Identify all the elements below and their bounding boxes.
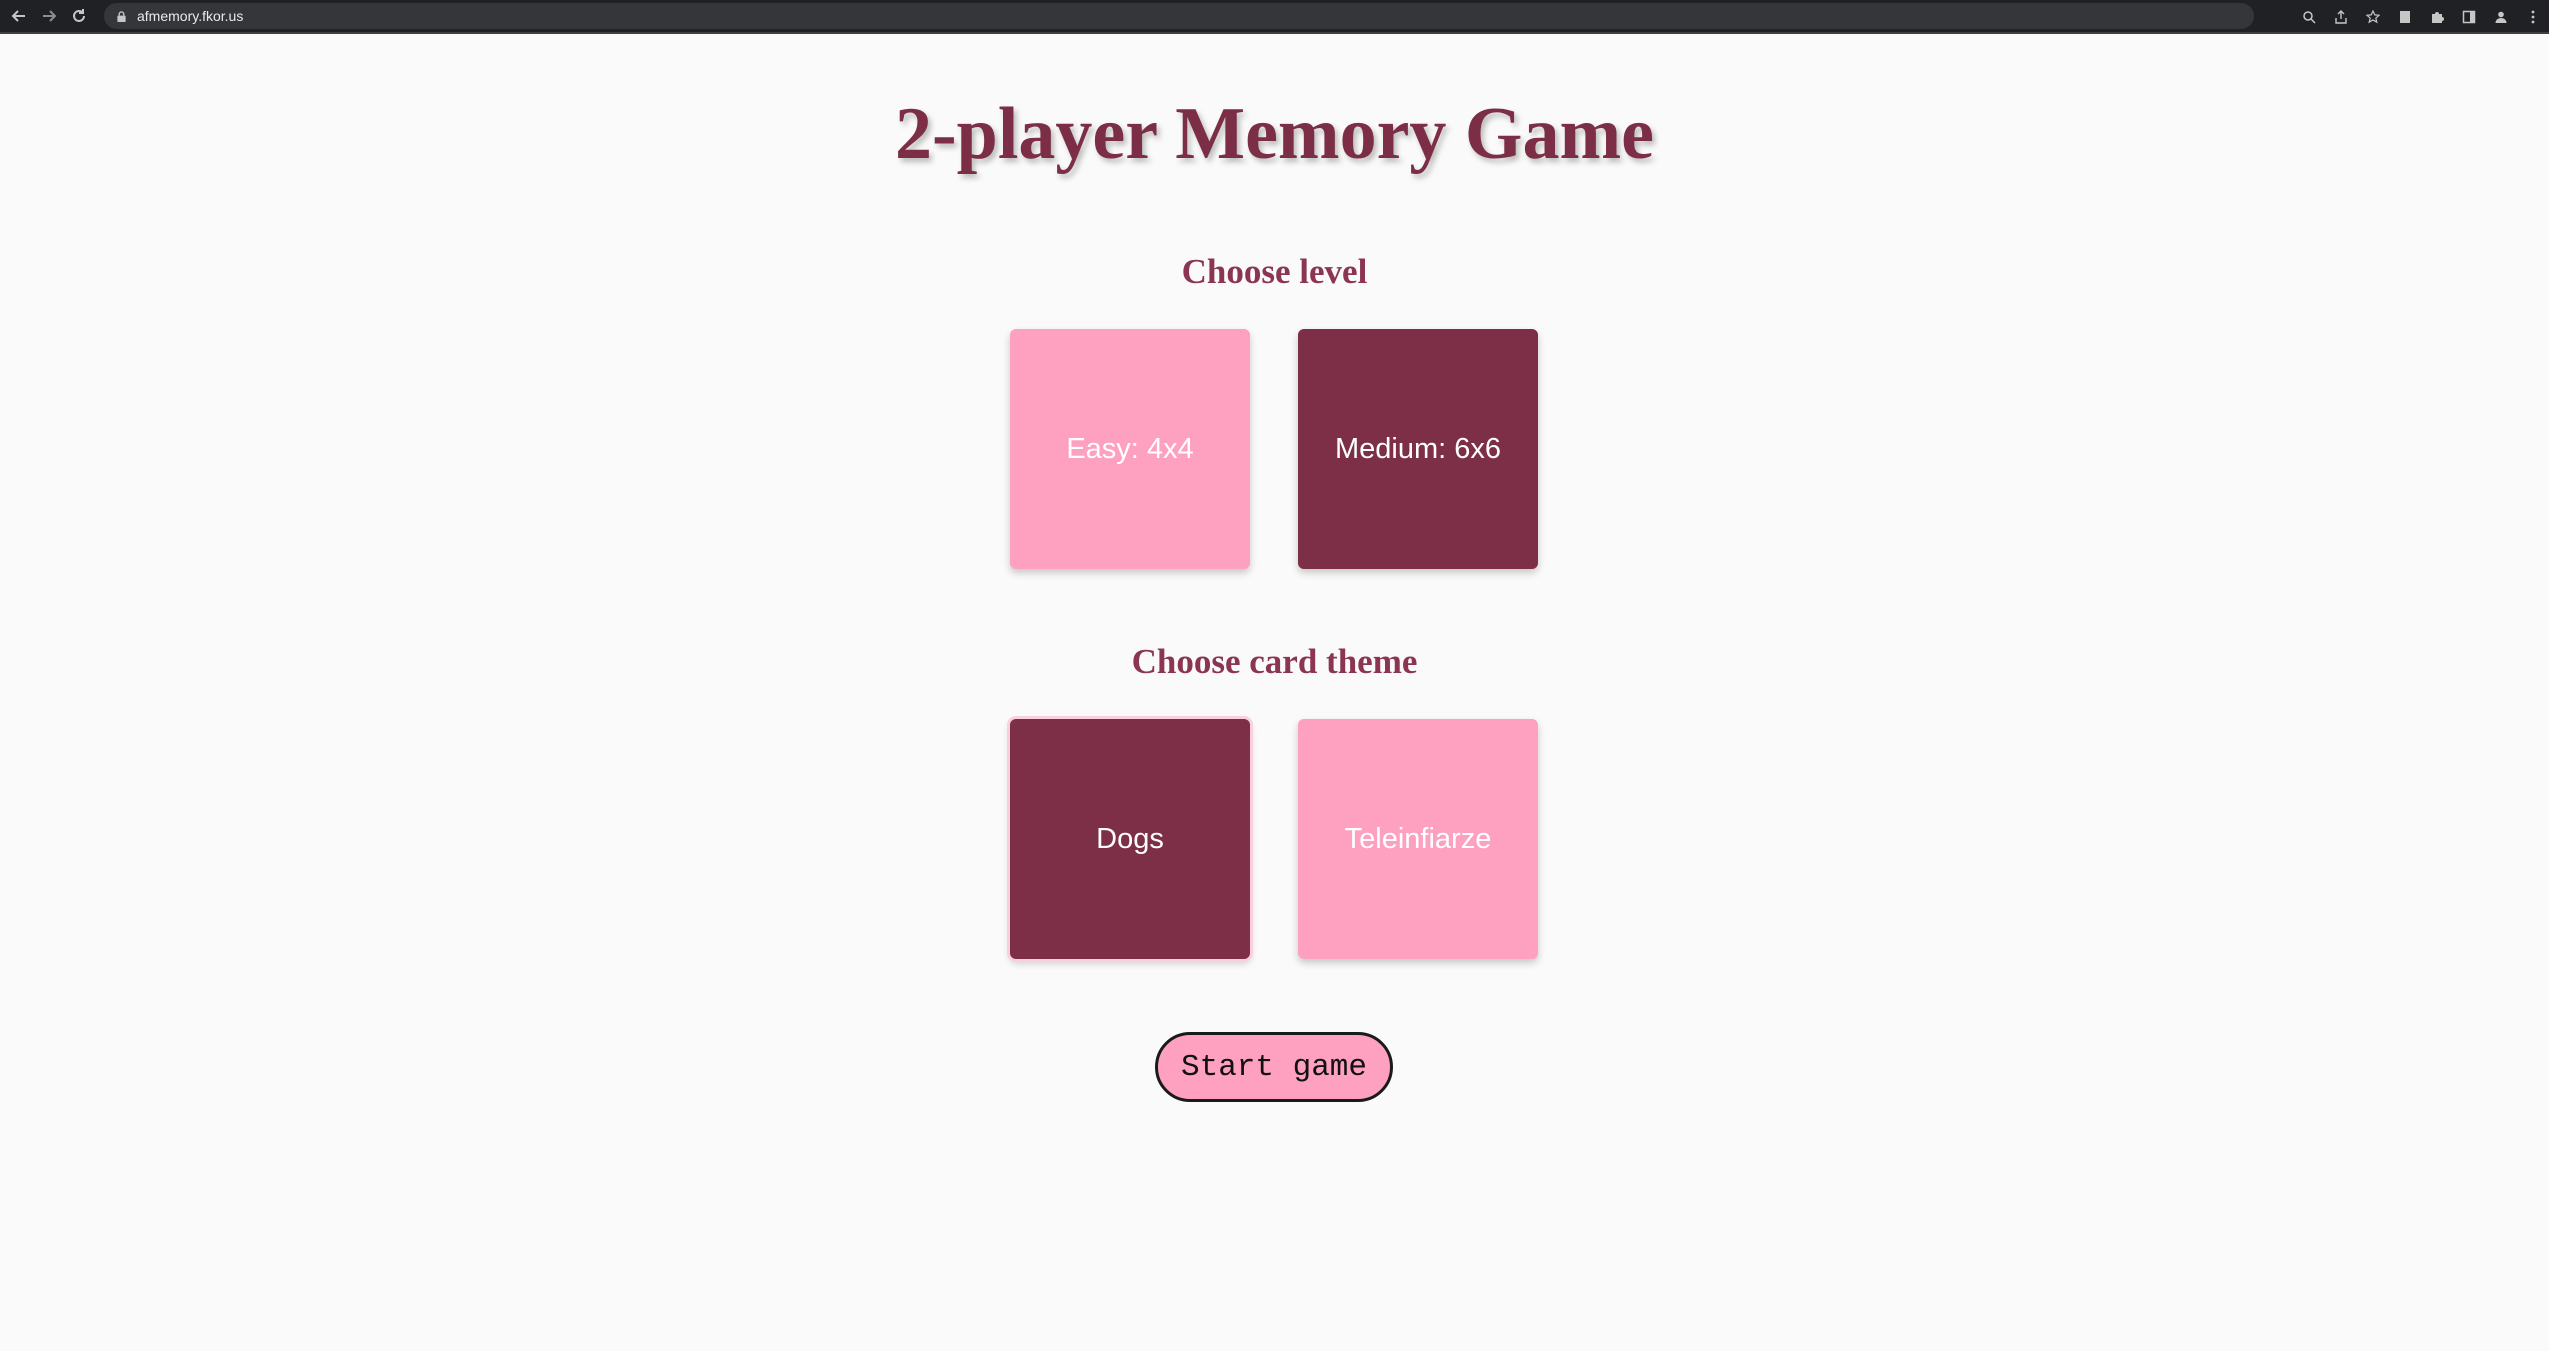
url-text: afmemory.fkor.us xyxy=(137,8,244,24)
lock-icon xyxy=(117,10,126,22)
level-easy-label: Easy: 4x4 xyxy=(1066,432,1194,465)
start-game-button[interactable]: Start game xyxy=(1155,1032,1393,1102)
theme-dogs-label: Dogs xyxy=(1096,822,1164,855)
browser-toolbar: afmemory.fkor.us xyxy=(0,0,2549,34)
more-icon[interactable] xyxy=(2522,6,2544,28)
star-icon[interactable] xyxy=(2362,6,2384,28)
address-bar[interactable]: afmemory.fkor.us xyxy=(104,3,2254,29)
theme-heading: Choose card theme xyxy=(1131,642,1418,681)
sidepanel-icon[interactable] xyxy=(2458,6,2480,28)
theme-teleinfiarze-label: Teleinfiarze xyxy=(1344,822,1492,855)
level-heading: Choose level xyxy=(1181,252,1368,291)
profile-icon[interactable] xyxy=(2490,6,2512,28)
zoom-icon[interactable] xyxy=(2298,6,2320,28)
theme-dogs-card[interactable]: Dogs xyxy=(1010,719,1250,959)
reload-icon[interactable] xyxy=(68,5,90,27)
forward-icon[interactable] xyxy=(38,5,60,27)
theme-teleinfiarze-card[interactable]: Teleinfiarze xyxy=(1298,719,1538,959)
level-easy-card[interactable]: Easy: 4x4 xyxy=(1010,329,1250,569)
extension-page-icon[interactable] xyxy=(2394,6,2416,28)
level-medium-card[interactable]: Medium: 6x6 xyxy=(1298,329,1538,569)
back-icon[interactable] xyxy=(8,5,30,27)
page-title: 2-player Memory Game xyxy=(895,93,1654,175)
level-medium-label: Medium: 6x6 xyxy=(1334,432,1501,465)
share-icon[interactable] xyxy=(2330,6,2352,28)
puzzle-icon[interactable] xyxy=(2426,6,2448,28)
